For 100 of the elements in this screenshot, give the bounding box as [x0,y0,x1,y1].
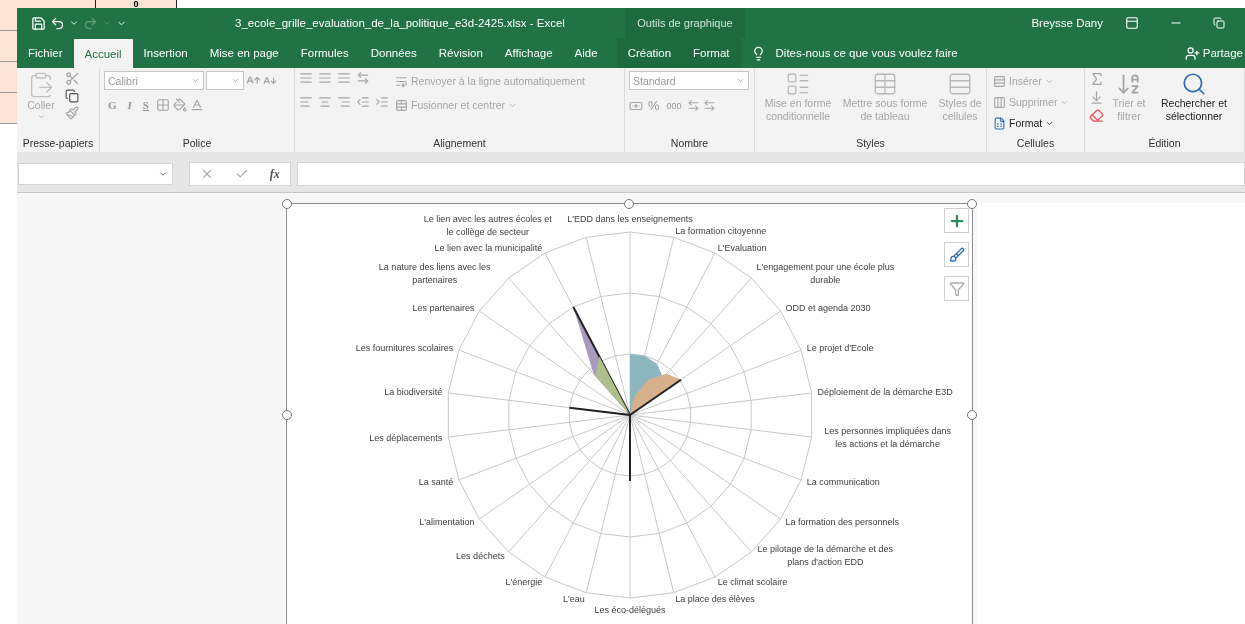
ribbon-tab[interactable]: Données [359,38,428,68]
sheet-cell [0,31,17,62]
axis-label: Les déplacements [369,431,443,445]
caret-icon [36,112,46,121]
tell-me-field[interactable]: Dites-nous ce que vous voulez faire [775,38,958,68]
redo-icon[interactable] [83,15,98,31]
axis-label: L'alimentation [419,515,475,529]
axis-label: La nature des liens avec les partenaires [377,260,492,287]
group-label: Alignement [432,137,487,151]
caret-icon [231,76,240,85]
axis-label: L'énergie [505,575,543,589]
axis-label: L'EDD dans les enseignements [567,213,693,226]
align-top-icon[interactable] [299,71,313,85]
sort-icon [1116,71,1142,97]
axis-label: ODD et agenda 2030 [785,301,871,315]
ribbon-tab[interactable]: Mise en page [198,38,290,68]
sheet-cell [0,62,17,93]
wrap-text-icon [395,74,408,88]
group-label: Cellules [1015,137,1056,151]
fill-color-icon[interactable] [172,98,187,112]
ribbon-tab[interactable]: Accueil [73,39,133,68]
cell-value: 0 [133,0,139,8]
user-name[interactable]: Breysse Dany [1031,17,1103,29]
table-icon [947,71,973,97]
group-label: Presse-papiers [21,137,95,151]
insert-function-button[interactable]: fx [269,166,280,182]
add-chart-element-button[interactable] [944,208,969,233]
font-name-field[interactable]: Calibri [104,71,204,90]
ribbon-tab[interactable]: Insertion [132,38,199,68]
share-button[interactable]: Partage [1184,38,1245,68]
axis-label: La biodiversité [384,385,443,399]
axis-label: La communication [806,475,880,489]
number-format-field[interactable]: Standard [629,71,749,90]
ribbon-tab[interactable]: Formules [289,38,360,68]
copy-icon[interactable] [65,89,80,103]
axis-label: L'engagement pour une école plus durable [755,260,896,287]
brush-icon [948,246,965,263]
resize-handle[interactable] [282,410,292,420]
font-size-field[interactable] [206,71,244,90]
font-color-icon[interactable] [189,98,204,112]
autosum-icon[interactable] [1089,71,1105,87]
align-center-icon[interactable] [318,95,332,109]
caret-icon [191,76,200,85]
ribbon-tab[interactable]: Révision [427,38,494,68]
caret-icon [158,169,168,179]
resize-handle[interactable] [282,199,292,209]
merge-cells-icon [395,98,408,112]
ribbon-tab[interactable]: Format [682,38,741,68]
borders-icon[interactable] [155,98,170,112]
align-middle-icon[interactable] [318,71,332,85]
axis-label: Le projet d'Ecole [806,341,874,355]
orientation-icon[interactable] [356,71,370,85]
increase-decimal-icon[interactable] [686,99,700,112]
eraser-icon[interactable] [1089,108,1105,123]
undo-icon[interactable] [50,15,65,31]
axis-label: Les partenaires [412,301,475,315]
ribbon-display-icon[interactable] [1125,16,1139,30]
ribbon-tab[interactable]: Aide [563,38,609,68]
align-right-icon[interactable] [337,95,351,109]
enter-icon[interactable] [235,167,249,181]
align-bottom-icon[interactable] [337,71,351,85]
axis-label: Le climat scolaire [717,575,788,589]
axis-label: La santé [418,475,454,489]
ribbon-tab[interactable]: Fichier [17,38,74,68]
group-label: Police [181,137,213,151]
decrease-decimal-icon[interactable] [702,99,716,112]
axis-label: Les éco-délégués [594,604,666,617]
table-icon [785,71,811,97]
chart-filters-button[interactable] [944,276,969,301]
caret-icon [736,76,745,85]
indent-decrease-icon[interactable] [356,95,370,109]
axis-label: La formation des personnels [785,515,900,529]
person-plus-icon [1184,45,1200,61]
ribbon-tab[interactable]: Création [616,38,683,68]
chart-styles-button[interactable] [944,242,969,267]
formula-field[interactable] [297,162,1245,186]
cells-icon [993,116,1006,130]
cells-command-button[interactable]: Format [991,113,1072,133]
sheet-cell [0,93,17,124]
axis-label: Les fournitures scolaires [355,341,454,355]
axis-label: Le lien avec les autres écoles et le collège de secteur [422,213,553,240]
context-group-title: Outils de graphique [625,8,745,38]
group-label: Édition [1147,137,1182,151]
caret-icon [69,18,79,28]
align-left-icon[interactable] [299,95,313,109]
save-icon[interactable] [31,15,46,31]
restore-icon[interactable] [1213,17,1225,29]
name-box[interactable] [18,163,173,185]
table-icon [872,71,898,97]
cells-icon [993,74,1006,88]
group-label: Styles [855,137,886,151]
indent-increase-icon[interactable] [375,95,389,109]
window-title: 3_ecole_grille_evaluation_de_la_politique_e3d-2425.xlsx - Excel [235,17,566,29]
group-label: Nombre [669,137,710,151]
resize-handle[interactable] [624,199,634,209]
ribbon-tab[interactable]: Affichage [493,38,564,68]
editing-command-button[interactable]: Rechercher et sélectionner [1153,71,1235,137]
search-icon [1181,71,1207,97]
axis-label: Le lien avec la municipalité [434,241,543,255]
axis-label: Déploiement de la démarche E3D [817,385,953,399]
